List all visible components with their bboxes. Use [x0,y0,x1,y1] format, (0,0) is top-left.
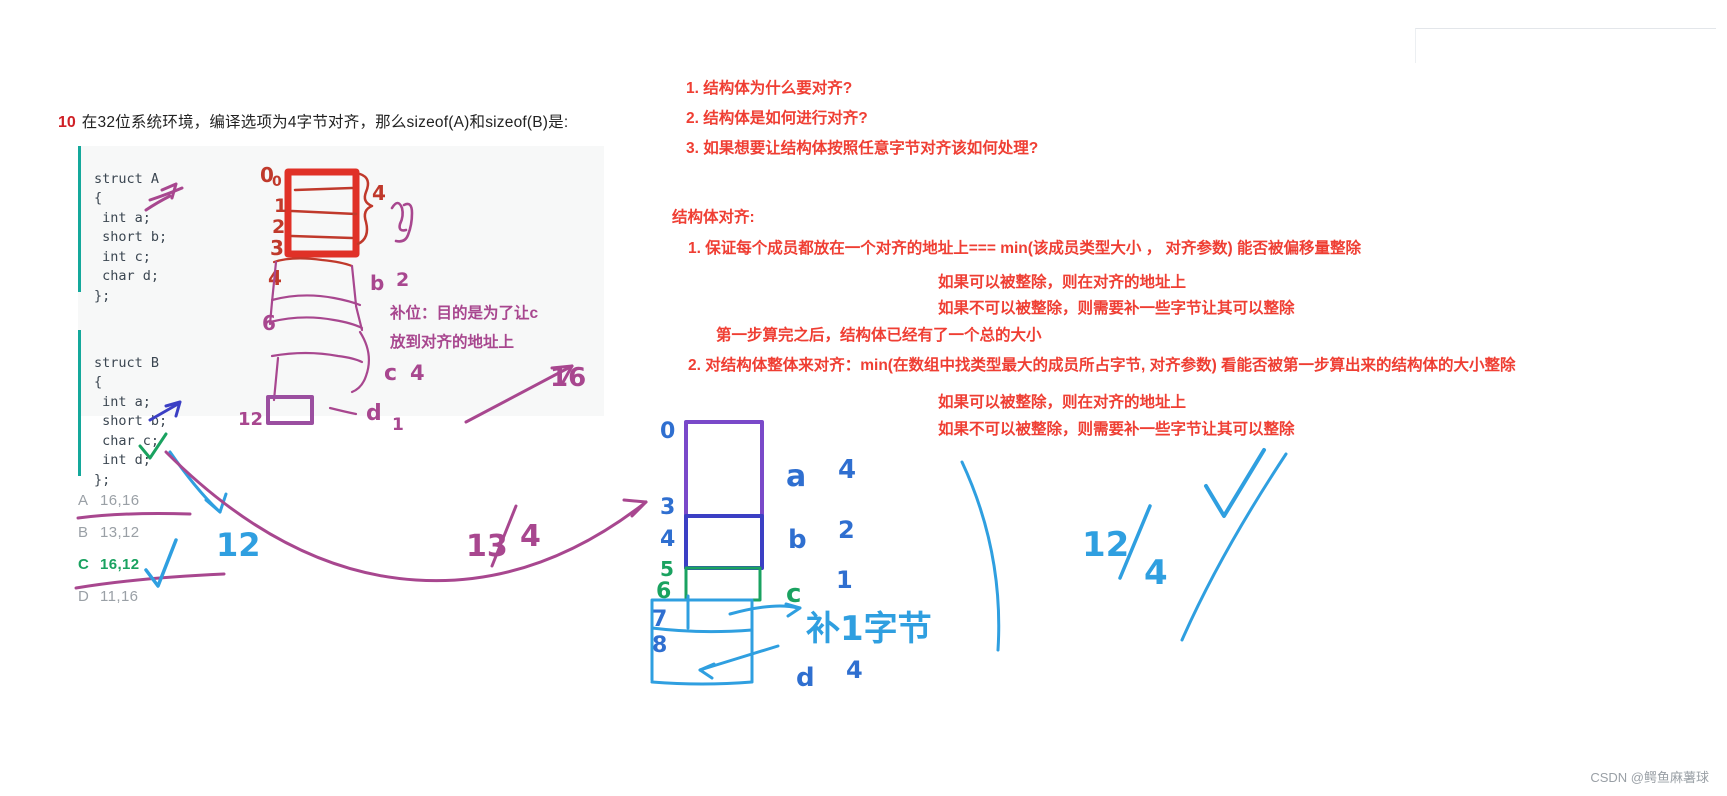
note-rule-2b: 如果不可以被整除，则需要补一些字节让其可以整除 [938,421,1295,438]
option-d[interactable]: D 11,16 [78,581,278,613]
struct-b-b-box [684,514,764,570]
struct-b-offset-5: 5 [660,557,674,581]
question-line: 10 在32位系统环境，编译选项为4字节对齐，那么sizeof(A)和sizeof… [58,110,658,132]
code-block-struct-a: struct A { int a; short b; int c; char d… [78,146,590,304]
struct-b-offset-7: 7 [652,607,667,632]
option-a-key: A [78,492,89,509]
struct-b-size-b: 2 [838,516,855,544]
note-rule-1a: 如果可以被整除，则在对齐的地址上 [938,274,1187,291]
struct-b-c-box [684,566,762,602]
struct-b-d-box [650,598,754,686]
option-b-value: 13,12 [100,524,140,541]
struct-b-a-box [684,420,764,518]
struct-b-offset-4: 4 [660,527,675,552]
struct-b-work-check-icon [1204,448,1266,518]
struct-a-size-d: 1 [392,415,404,435]
struct-b-size-a: 4 [838,455,856,485]
code-accent-bar-b [78,330,81,476]
top-right-frame [1415,28,1716,63]
diagram-link-arrowhead [622,498,648,518]
struct-b-pad-arrowhead-2 [784,602,802,618]
struct-b-work-4: 4 [1144,553,1168,593]
struct-b-offset-6: 6 [656,579,671,604]
struct-b-member-a-label: a [786,459,806,494]
purple-note-line-2: 放到对齐的地址上 [390,334,515,351]
note-rule-2: 2. 对结构体整体来对齐：min(在数组中找类型最大的成员所占字节, 对齐参数)… [688,357,1516,374]
watermark: CSDN @鳄鱼麻薯球 [1590,770,1709,785]
struct-b-pad-arrow-2 [728,604,800,616]
option-a[interactable]: A 16,16 [78,485,278,517]
option-c-key: C [78,556,90,573]
note-question-3: 3. 如果想要让结构体按照任意字节对齐该如何处理? [686,140,1039,157]
struct-b-pad-arrowhead [698,662,716,680]
struct-b-offset-0: 0 [660,419,675,444]
code-accent-bar-a [78,146,81,292]
option-a-value: 16,16 [100,492,140,509]
struct-b-work-stroke-right [1180,452,1288,642]
purple-note-line-1: 补位：目的是为了让c [390,305,539,322]
struct-a-work-4: 4 [520,519,541,554]
struct-b-work-12: 12 [1082,525,1129,565]
note-heading-alignment: 结构体对齐: [672,209,755,226]
struct-b-pad-label: 补1字节 [806,609,932,649]
question-text: 在32位系统环境，编译选项为4字节对齐，那么sizeof(A)和sizeof(B… [81,114,569,131]
note-rule-1b: 如果不可以被整除，则需要补一些字节让其可以整除 [938,300,1295,317]
struct-b-work-stroke-left [960,460,1001,652]
code-block-struct-b: struct B { int a; short b; char c; int d… [78,330,220,488]
struct-b-member-d-label: d [796,663,815,693]
struct-b-member-c-label: c [786,579,801,609]
struct-b-member-b-label: b [788,525,807,555]
option-b[interactable]: B 13,12 [78,517,278,549]
code-text-struct-b: struct B { int a; short b; char c; int d… [94,354,168,488]
question-number: 10 [58,114,76,131]
struct-b-size-d: 4 [846,656,863,684]
option-b-key: B [78,524,89,541]
option-c[interactable]: C 16,12 [78,549,278,581]
struct-b-work-slash [1118,504,1152,580]
code-text-struct-a: struct A { int a; short b; int c; char d… [94,170,168,304]
note-question-1: 1. 结构体为什么要对齐? [686,80,853,97]
note-rule-1: 1. 保证每个成员都放在一个对齐的地址上=== min(该成员类型大小 ， 对齐… [688,240,1361,257]
struct-b-pad-cell [650,594,754,634]
option-d-value: 11,16 [100,588,139,605]
option-c-value: 16,12 [100,556,140,573]
note-step-summary: 第一步算完之后，结构体已经有了一个总的大小 [716,327,1042,344]
note-question-2: 2. 结构体是如何进行对齐? [686,110,868,127]
option-d-key: D [78,588,90,605]
struct-a-work-slash [490,504,518,568]
struct-b-offset-3: 3 [660,495,675,520]
struct-a-work-13: 13 [466,529,508,564]
struct-b-offset-8: 8 [652,633,667,658]
struct-b-size-c: 1 [836,566,853,594]
note-rule-2a: 如果可以被整除，则在对齐的地址上 [938,394,1187,411]
answer-options: A 16,16 B 13,12 C 16,12 D 11,16 [78,485,278,613]
struct-b-pad-arrow [698,644,780,672]
